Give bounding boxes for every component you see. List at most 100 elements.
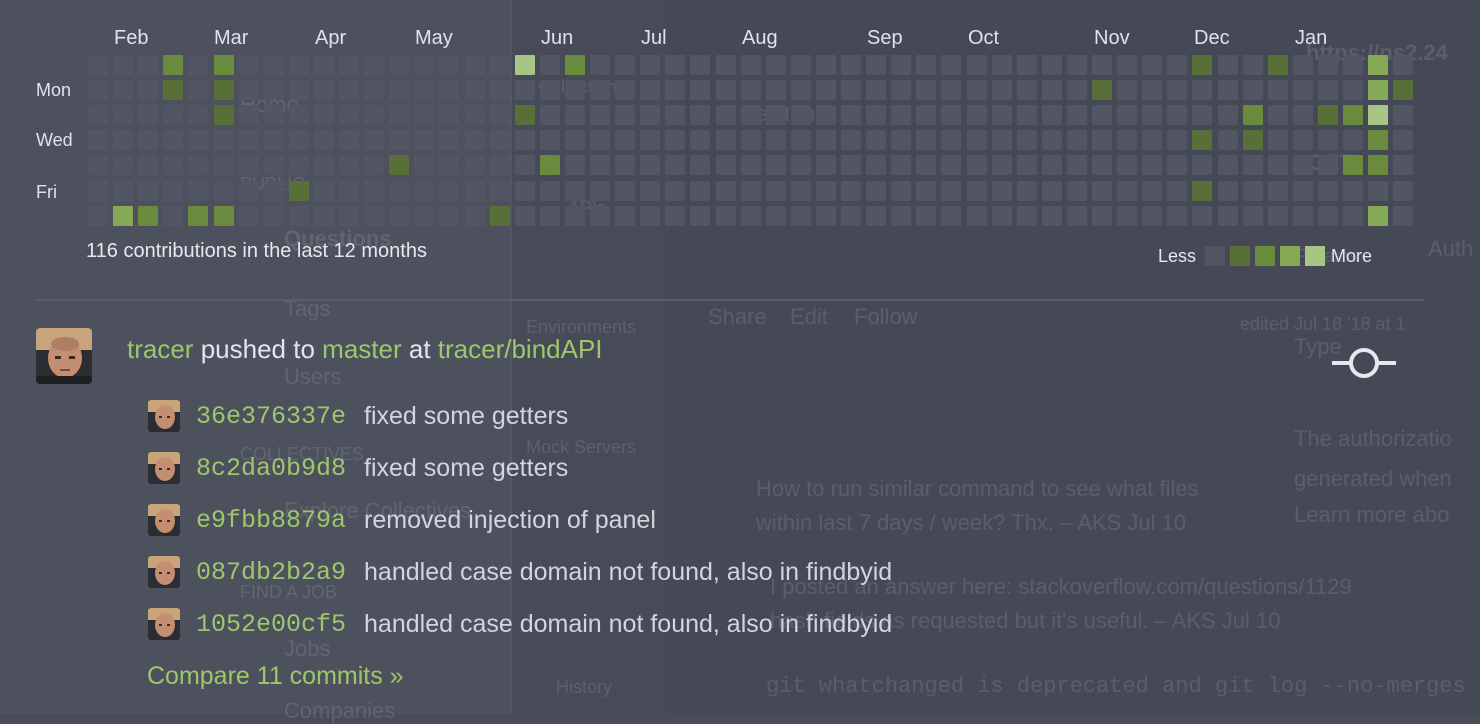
contribution-cell: [1268, 206, 1288, 226]
contribution-cell: [1293, 206, 1313, 226]
contribution-cell: [690, 130, 710, 150]
bg-comment-3: git whatchanged is deprecated and git lo…: [766, 674, 1466, 699]
contribution-cell: [1117, 80, 1137, 100]
contribution-cell: [289, 130, 309, 150]
contribution-cell-active: [113, 206, 133, 226]
contribution-cell: [565, 155, 585, 175]
month-label: Oct: [968, 27, 1000, 49]
contribution-cell: [465, 55, 485, 75]
contribution-cell: [289, 80, 309, 100]
contribution-cell: [88, 105, 108, 125]
contribution-cell: [465, 155, 485, 175]
contribution-cell: [1393, 181, 1413, 201]
commit-avatar[interactable]: [148, 608, 180, 640]
contribution-cell: [264, 105, 284, 125]
contribution-cell: [138, 105, 158, 125]
commit-avatar[interactable]: [148, 556, 180, 588]
commit-avatar[interactable]: [148, 504, 180, 536]
contribution-cell: [1142, 181, 1162, 201]
contribution-cell: [1167, 155, 1187, 175]
contribution-cell: [766, 155, 786, 175]
contribution-cell: [1117, 130, 1137, 150]
legend-swatch-2: [1255, 246, 1276, 266]
user-link[interactable]: tracer: [127, 334, 193, 364]
contribution-cell: [891, 80, 911, 100]
contribution-cell: [941, 181, 961, 201]
contribution-cell: [113, 155, 133, 175]
repo-link[interactable]: tracer/bindAPI: [438, 334, 603, 364]
contribution-cell: [88, 80, 108, 100]
contribution-cell: [239, 155, 259, 175]
contribution-cell: [565, 80, 585, 100]
contribution-cell: [1142, 155, 1162, 175]
contribution-cell: [1368, 181, 1388, 201]
contribution-cell: [113, 130, 133, 150]
contribution-cell: [967, 105, 987, 125]
contribution-cell: [992, 105, 1012, 125]
user-avatar[interactable]: [36, 328, 92, 384]
contribution-cell: [264, 130, 284, 150]
contribution-cell-active: [1368, 55, 1388, 75]
month-label: Jul: [641, 27, 667, 49]
commit-message: fixed some getters: [364, 401, 569, 430]
legend-more-label: More: [1331, 245, 1373, 266]
contribution-cell: [741, 155, 761, 175]
contribution-cell: [916, 155, 936, 175]
action-text: pushed to: [200, 334, 315, 364]
contribution-cell: [741, 80, 761, 100]
contribution-cell: [716, 130, 736, 150]
contribution-cell: [615, 206, 635, 226]
contribution-cell: [163, 130, 183, 150]
contribution-cell: [389, 80, 409, 100]
contribution-cell: [138, 130, 158, 150]
contribution-cell: [941, 130, 961, 150]
contribution-cell: [916, 130, 936, 150]
commit-sha-link[interactable]: e9fbb8879a: [196, 506, 346, 535]
contribution-cell: [515, 155, 535, 175]
contribution-cell: [690, 155, 710, 175]
contribution-cell: [590, 55, 610, 75]
contribution-cell: [1293, 130, 1313, 150]
contribution-cell: [1293, 80, 1313, 100]
contribution-cell: [314, 181, 334, 201]
contribution-cell: [339, 155, 359, 175]
commit-avatar[interactable]: [148, 452, 180, 484]
contribution-cell: [1343, 181, 1363, 201]
compare-commits-link[interactable]: Compare 11 commits »: [147, 662, 404, 691]
commit-sha-link[interactable]: 1052e00cf5: [196, 610, 346, 639]
contribution-cell: [615, 181, 635, 201]
contribution-cell-active: [1192, 130, 1212, 150]
contribution-cell: [540, 206, 560, 226]
month-label: May: [415, 27, 453, 49]
contribution-cell: [716, 155, 736, 175]
contribution-cell-active: [1393, 80, 1413, 100]
contribution-cell: [841, 130, 861, 150]
commit-avatar[interactable]: [148, 400, 180, 432]
contribution-cell: [1042, 55, 1062, 75]
contribution-cell: [916, 105, 936, 125]
commit-sha-link[interactable]: 087db2b2a9: [196, 558, 346, 587]
contribution-cell: [314, 105, 334, 125]
contribution-cell: [515, 181, 535, 201]
contribution-cell: [615, 130, 635, 150]
contribution-cell: [1268, 105, 1288, 125]
contribution-cell: [967, 181, 987, 201]
commit-sha-link[interactable]: 36e376337e: [196, 402, 346, 431]
avatar-image: [148, 400, 180, 432]
contribution-cell: [239, 181, 259, 201]
commit-message: handled case domain not found, also in f…: [364, 609, 893, 638]
contribution-cell: [690, 80, 710, 100]
contribution-cell: [1318, 55, 1338, 75]
at-text: at: [408, 334, 431, 364]
contribution-cell: [615, 80, 635, 100]
contribution-cell: [1167, 55, 1187, 75]
contribution-cell: [1042, 155, 1062, 175]
contribution-cell: [665, 105, 685, 125]
contribution-cell: [640, 155, 660, 175]
contribution-cell: [1092, 206, 1112, 226]
commit-sha-link[interactable]: 8c2da0b9d8: [196, 454, 346, 483]
contribution-cell: [1218, 105, 1238, 125]
contribution-cell: [1092, 130, 1112, 150]
branch-link[interactable]: master: [322, 334, 401, 364]
contribution-cell: [690, 55, 710, 75]
